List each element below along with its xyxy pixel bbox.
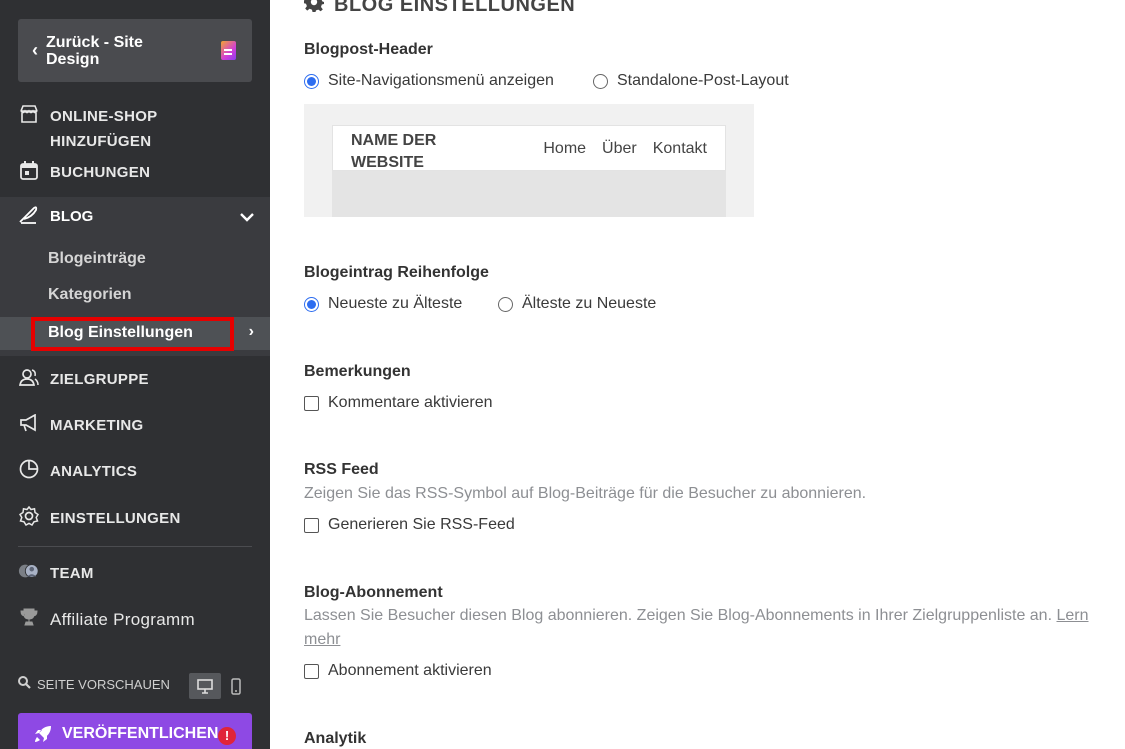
checkbox-control[interactable]: [304, 395, 319, 411]
publish-button[interactable]: VERÖFFENTLICHEN !: [18, 713, 252, 749]
header-preview-bar: NAME DER WEBSITE Home Über Kontakt: [332, 125, 726, 171]
radio-site-nav-menu[interactable]: Site-Navigationsmenü anzeigen: [304, 72, 554, 90]
page-title-text: BLOG EINSTELLUNGEN: [334, 0, 576, 16]
checkbox-enable-subscription[interactable]: Abonnement aktivieren: [304, 662, 492, 680]
checkbox-label: Abonnement aktivieren: [328, 662, 492, 679]
section-title-rss: RSS Feed: [304, 461, 379, 478]
checkbox-label: Kommentare aktivieren: [328, 394, 493, 411]
nav-settings[interactable]: EINSTELLUNGEN: [18, 506, 181, 531]
subscription-description-text: Lassen Sie Besucher diesen Blog abonnier…: [304, 607, 1053, 624]
section-title-blogpost-header: Blogpost-Header: [304, 41, 433, 58]
radio-label: Älteste zu Neueste: [522, 295, 657, 312]
main-content: BLOG EINSTELLUNGEN Blogpost-Header Site-…: [270, 0, 1125, 749]
desktop-preview-button[interactable]: [189, 673, 221, 699]
monitor-icon: [197, 678, 213, 694]
gear-icon: [18, 506, 40, 526]
preview-site-link[interactable]: SEITE VORSCHAUEN: [18, 676, 170, 692]
sidebar: ‹ Zurück - Site Design ONLINE-SHOP HINZU…: [0, 0, 270, 749]
team-avatar-icon: [18, 561, 40, 581]
back-to-site-design-button[interactable]: ‹ Zurück - Site Design: [18, 19, 252, 82]
calendar-icon: [18, 160, 40, 180]
checkbox-label: Generieren Sie RSS-Feed: [328, 516, 515, 533]
section-title-subscription: Blog-Abonnement: [304, 584, 443, 602]
radio-standalone-layout[interactable]: Standalone-Post-Layout: [593, 72, 789, 90]
subscription-description: Lassen Sie Besucher diesen Blog abonnier…: [304, 604, 1114, 652]
preview-nav-item: Über: [602, 140, 637, 157]
preview-label: SEITE VORSCHAUEN: [37, 676, 170, 692]
radio-control[interactable]: [304, 73, 319, 89]
radio-newest-first[interactable]: Neueste zu Älteste: [304, 295, 462, 313]
phone-icon: [231, 677, 241, 695]
warning-badge: !: [218, 727, 236, 745]
feather-pen-icon: [18, 205, 40, 228]
nav-settings-label: EINSTELLUNGEN: [50, 510, 181, 527]
nav-bookings[interactable]: BUCHUNGEN: [18, 160, 150, 185]
sub-categories[interactable]: Kategorien: [48, 286, 132, 304]
nav-affiliate[interactable]: Affiliate Programm: [18, 607, 195, 632]
checkbox-control[interactable]: [304, 517, 319, 533]
rocket-icon: [34, 725, 52, 748]
section-title-order: Blogeintrag Reihenfolge: [304, 264, 489, 281]
nav-marketing[interactable]: MARKETING: [18, 413, 144, 438]
radio-control[interactable]: [593, 73, 608, 89]
nav-online-shop-label: ONLINE-SHOP HINZUFÜGEN: [50, 108, 158, 150]
nav-bookings-label: BUCHUNGEN: [50, 164, 151, 181]
section-title-subscription-text: Blog-Abonnement: [304, 584, 443, 601]
blog-nav-group: BLOG Blogeinträge Kategorien Blog Einste…: [0, 197, 270, 356]
sidebar-divider: [18, 546, 252, 547]
chevron-left-icon: ‹: [32, 40, 38, 60]
header-preview: NAME DER WEBSITE Home Über Kontakt: [304, 104, 754, 217]
radio-control[interactable]: [304, 296, 319, 312]
radio-label: Neueste zu Älteste: [328, 295, 463, 312]
pie-chart-icon: [18, 459, 40, 479]
sub-blog-settings-label: Blog Einstellungen: [48, 324, 193, 341]
back-button-label: Zurück - Site Design: [46, 33, 143, 68]
radio-label: Standalone-Post-Layout: [617, 72, 789, 89]
nav-analytics-label: ANALYTICS: [50, 463, 138, 480]
rss-description: Zeigen Sie das RSS-Symbol auf Blog-Beitr…: [304, 485, 867, 502]
chevron-right-icon: ›: [248, 323, 254, 340]
preview-nav-item: Kontakt: [652, 140, 707, 157]
checkbox-control[interactable]: [304, 663, 319, 679]
nav-online-shop[interactable]: ONLINE-SHOP HINZUFÜGEN: [18, 104, 218, 154]
header-preview-page: NAME DER WEBSITE Home Über Kontakt: [332, 125, 726, 217]
search-icon: [18, 676, 31, 692]
nav-audience-label: ZIELGRUPPE: [50, 371, 149, 388]
preview-nav-item: Home: [543, 140, 587, 157]
preview-nav: Home Über Kontakt: [543, 140, 707, 158]
nav-marketing-label: MARKETING: [50, 417, 144, 434]
publish-label: VERÖFFENTLICHEN: [62, 725, 219, 742]
checkbox-enable-comments[interactable]: Kommentare aktivieren: [304, 394, 493, 412]
document-icon: [221, 41, 236, 60]
mobile-preview-button[interactable]: [226, 673, 246, 699]
page-title: BLOG EINSTELLUNGEN: [304, 0, 575, 18]
nav-audience[interactable]: ZIELGRUPPE: [18, 367, 149, 392]
people-icon: [18, 367, 40, 387]
section-title-analytics: Analytik: [304, 730, 367, 747]
nav-affiliate-label: Affiliate Programm: [50, 610, 195, 629]
radio-label: Site-Navigationsmenü anzeigen: [328, 72, 554, 89]
nav-analytics[interactable]: ANALYTICS: [18, 459, 137, 484]
checkbox-generate-rss[interactable]: Generieren Sie RSS-Feed: [304, 516, 515, 534]
nav-team[interactable]: TEAM: [18, 561, 94, 586]
preview-site-name: NAME DER WEBSITE: [351, 132, 437, 171]
sub-blog-entries[interactable]: Blogeinträge: [48, 250, 146, 268]
radio-control[interactable]: [498, 296, 513, 312]
gear-icon: [304, 0, 324, 18]
nav-team-label: TEAM: [50, 565, 94, 582]
trophy-icon: [18, 607, 40, 627]
radio-oldest-first[interactable]: Älteste zu Neueste: [498, 295, 656, 313]
nav-blog[interactable]: BLOG: [18, 205, 93, 228]
nav-blog-label: BLOG: [50, 208, 94, 225]
chevron-down-icon[interactable]: [240, 209, 254, 225]
sub-blog-settings[interactable]: Blog Einstellungen ›: [0, 317, 270, 351]
section-title-comments: Bemerkungen: [304, 363, 411, 380]
megaphone-icon: [18, 413, 40, 433]
